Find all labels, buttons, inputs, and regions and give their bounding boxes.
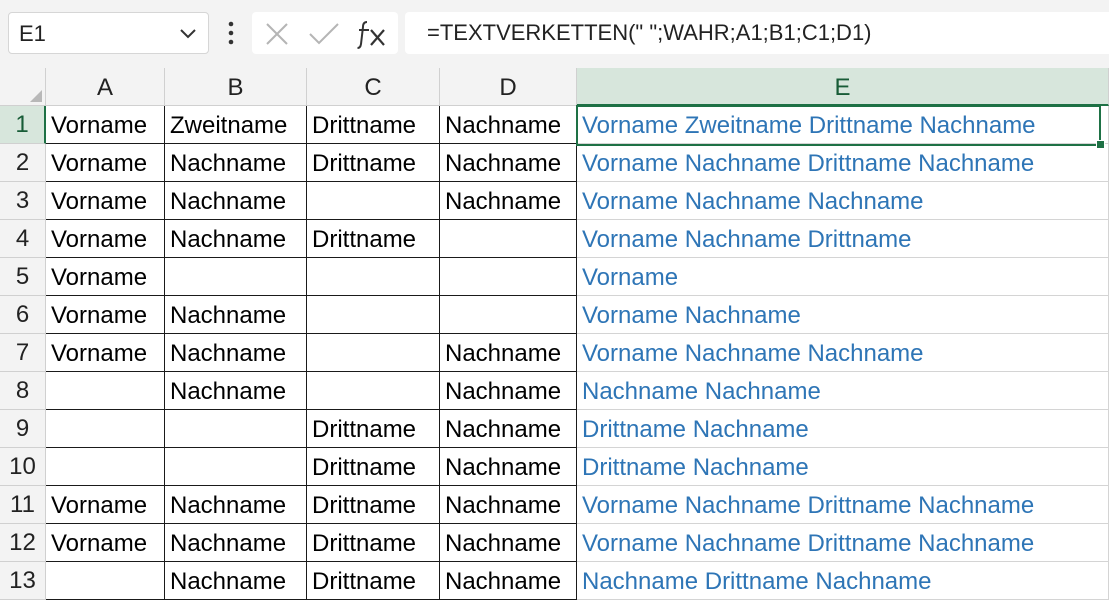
row-header-9[interactable]: 9 [0, 410, 46, 448]
cell-d10[interactable]: Nachname [440, 448, 577, 486]
row-header-12[interactable]: 12 [0, 524, 46, 562]
fill-handle[interactable] [1096, 140, 1105, 149]
row-header-7[interactable]: 7 [0, 334, 46, 372]
row-header-6[interactable]: 6 [0, 296, 46, 334]
cell-d9[interactable]: Nachname [440, 410, 577, 448]
cell-e13[interactable]: Nachname Drittname Nachname [577, 562, 1109, 600]
cell-d1[interactable]: Nachname [440, 106, 577, 144]
column-header-c[interactable]: C [307, 68, 440, 106]
cell-e12[interactable]: Vorname Nachname Drittname Nachname [577, 524, 1109, 562]
cell-b2[interactable]: Nachname [165, 144, 307, 182]
row-header-2[interactable]: 2 [0, 144, 46, 182]
cell-c5[interactable] [307, 258, 440, 296]
cell-c1[interactable]: Drittname [307, 106, 440, 144]
cell-e10[interactable]: Drittname Nachname [577, 448, 1109, 486]
row-header-13[interactable]: 13 [0, 562, 46, 600]
row-header-11[interactable]: 11 [0, 486, 46, 524]
cell-b6[interactable]: Nachname [165, 296, 307, 334]
cell-b4[interactable]: Nachname [165, 220, 307, 258]
cell-e6[interactable]: Vorname Nachname [577, 296, 1109, 334]
x-icon[interactable] [264, 21, 290, 52]
cell-c13[interactable]: Drittname [307, 562, 440, 600]
column-header-b[interactable]: B [165, 68, 307, 106]
cell-d5[interactable] [440, 258, 577, 296]
cell-a9[interactable] [46, 410, 165, 448]
cell-b12[interactable]: Nachname [165, 524, 307, 562]
cell-a13[interactable] [46, 562, 165, 600]
cell-c3[interactable] [307, 182, 440, 220]
cell-c11[interactable]: Drittname [307, 486, 440, 524]
cell-d8[interactable]: Nachname [440, 372, 577, 410]
row-header-5[interactable]: 5 [0, 258, 46, 296]
cell-e7[interactable]: Vorname Nachname Nachname [577, 334, 1109, 372]
cell-d4[interactable] [440, 220, 577, 258]
cell-b8[interactable]: Nachname [165, 372, 307, 410]
column-header-e[interactable]: E [577, 68, 1109, 106]
cell-a7[interactable]: Vorname [46, 334, 165, 372]
cell-e3[interactable]: Vorname Nachname Nachname [577, 182, 1109, 220]
cell-d13[interactable]: Nachname [440, 562, 577, 600]
column-header-a[interactable]: A [46, 68, 165, 106]
cell-b7[interactable]: Nachname [165, 334, 307, 372]
row-header-8[interactable]: 8 [0, 372, 46, 410]
cell-a4[interactable]: Vorname [46, 220, 165, 258]
cell-d3[interactable]: Nachname [440, 182, 577, 220]
cell-d2[interactable]: Nachname [440, 144, 577, 182]
cell-a3[interactable]: Vorname [46, 182, 165, 220]
cell-a6[interactable]: Vorname [46, 296, 165, 334]
cell-d12[interactable]: Nachname [440, 524, 577, 562]
cell-e4[interactable]: Vorname Nachname Drittname [577, 220, 1109, 258]
cell-b3[interactable]: Nachname [165, 182, 307, 220]
cell-b11[interactable]: Nachname [165, 486, 307, 524]
formula-text[interactable]: =TEXTVERKETTEN(" ";WAHR;A1;B1;C1;D1) [427, 12, 872, 54]
cell-d6[interactable] [440, 296, 577, 334]
fx-icon[interactable] [356, 18, 388, 55]
cell-b13[interactable]: Nachname [165, 562, 307, 600]
cell-b9[interactable] [165, 410, 307, 448]
cell-e1[interactable]: Vorname Zweitname Drittname Nachname [577, 106, 1109, 144]
cell-a12[interactable]: Vorname [46, 524, 165, 562]
row-header-10[interactable]: 10 [0, 448, 46, 486]
cell-c2[interactable]: Drittname [307, 144, 440, 182]
cell-b10[interactable] [165, 448, 307, 486]
cell-a1[interactable]: Vorname [46, 106, 165, 144]
cell-c10[interactable]: Drittname [307, 448, 440, 486]
formula-bar: E1 =TEXTVERKETTEN(" ";WAHR;A1;B1;C1;D1) [0, 0, 1109, 68]
formula-input[interactable]: =TEXTVERKETTEN(" ";WAHR;A1;B1;C1;D1) [405, 12, 1109, 54]
cell-c9[interactable]: Drittname [307, 410, 440, 448]
cell-a2[interactable]: Vorname [46, 144, 165, 182]
formula-actions [252, 12, 398, 54]
cell-c12[interactable]: Drittname [307, 524, 440, 562]
cell-b1[interactable]: Zweitname [165, 106, 307, 144]
row-header-1[interactable]: 1 [0, 106, 46, 144]
row-header-4[interactable]: 4 [0, 220, 46, 258]
name-box[interactable]: E1 [8, 12, 209, 54]
cell-a5[interactable]: Vorname [46, 258, 165, 296]
cell-e2[interactable]: Vorname Nachname Drittname Nachname [577, 144, 1109, 182]
column-header-d[interactable]: D [440, 68, 577, 106]
cell-c4[interactable]: Drittname [307, 220, 440, 258]
cell-e11[interactable]: Vorname Nachname Drittname Nachname [577, 486, 1109, 524]
cell-e5[interactable]: Vorname [577, 258, 1109, 296]
vertical-ellipsis-icon[interactable] [224, 20, 238, 46]
cell-c8[interactable] [307, 372, 440, 410]
chevron-down-icon[interactable] [178, 25, 198, 48]
select-all-triangle-icon [30, 90, 42, 102]
cell-a10[interactable] [46, 448, 165, 486]
checkmark-icon[interactable] [308, 21, 340, 52]
cell-d7[interactable]: Nachname [440, 334, 577, 372]
cell-e9[interactable]: Drittname Nachname [577, 410, 1109, 448]
cell-a11[interactable]: Vorname [46, 486, 165, 524]
cell-b5[interactable] [165, 258, 307, 296]
select-all-button[interactable] [0, 68, 46, 106]
cell-e8[interactable]: Nachname Nachname [577, 372, 1109, 410]
cell-d11[interactable]: Nachname [440, 486, 577, 524]
cell-c7[interactable] [307, 334, 440, 372]
spreadsheet-grid: A B C D E 1 Vorname Zweitname Drittname Nach… [0, 68, 1109, 609]
cell-a8[interactable] [46, 372, 165, 410]
cell-c6[interactable] [307, 296, 440, 334]
name-box-value[interactable]: E1 [19, 13, 46, 55]
row-header-3[interactable]: 3 [0, 182, 46, 220]
